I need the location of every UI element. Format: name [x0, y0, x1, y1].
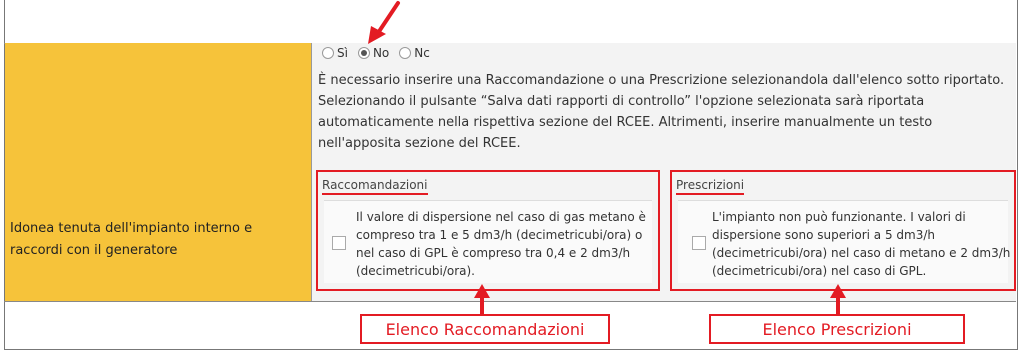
callout-prescrizioni: Elenco Prescrizioni — [709, 314, 965, 344]
callout-prescrizioni-text: Elenco Prescrizioni — [762, 319, 912, 339]
arrow-up-icon — [830, 284, 846, 314]
callout-raccomandazioni-text: Elenco Raccomandazioni — [385, 319, 585, 339]
arrow-down-icon — [368, 1, 400, 44]
callout-raccomandazioni: Elenco Raccomandazioni — [360, 314, 610, 344]
annotation-arrows — [368, 1, 846, 314]
arrow-up-icon — [474, 284, 490, 314]
